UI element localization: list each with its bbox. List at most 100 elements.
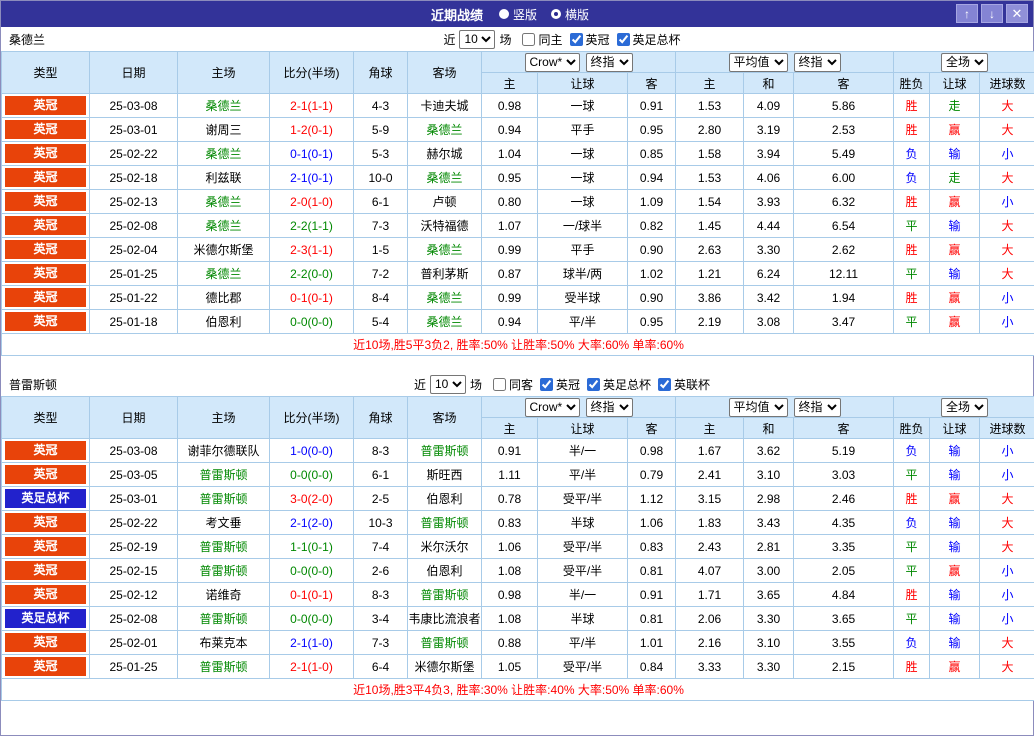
home-odds: 1.06 <box>482 535 538 559</box>
layout-option-horizontal[interactable]: 横版 <box>551 6 589 23</box>
checkbox-input[interactable] <box>617 33 630 46</box>
handicap-result-cell: 输 <box>930 439 980 463</box>
odds-source-select[interactable]: Crow* <box>525 398 580 417</box>
score: 0-1(0-1) <box>270 286 354 310</box>
avg-draw-odds: 4.06 <box>744 166 794 190</box>
home-team: 桑德兰 <box>178 142 270 166</box>
avg-select[interactable]: 平均值 <box>729 53 788 72</box>
table-row: 英冠25-03-01谢周三1-2(0-1)5-9桑德兰0.94平手0.952.8… <box>2 118 1034 142</box>
scroll-up-button[interactable]: ↑ <box>956 4 978 23</box>
league-cell: 英冠 <box>2 631 90 655</box>
away-odds: 0.91 <box>628 583 676 607</box>
away-odds: 0.83 <box>628 535 676 559</box>
recent-count-select[interactable]: 10 <box>459 30 495 49</box>
away-team: 普雷斯顿 <box>408 439 482 463</box>
avg-away-odds: 4.84 <box>794 583 894 607</box>
score: 0-0(0-0) <box>270 310 354 334</box>
league-badge: 英冠 <box>5 288 86 307</box>
filters: 近 10 场 同客英冠英足总杯英联杯 <box>91 375 1033 394</box>
col-header-score: 比分(半场) <box>270 397 354 439</box>
match-date: 25-02-08 <box>90 607 178 631</box>
checkbox-input[interactable] <box>493 378 506 391</box>
home-team: 布莱克本 <box>178 631 270 655</box>
avg-away-odds: 3.65 <box>794 607 894 631</box>
home-team: 德比郡 <box>178 286 270 310</box>
avg-time-select[interactable]: 终指 <box>794 53 841 72</box>
avg-select[interactable]: 平均值 <box>729 398 788 417</box>
league-cell: 英足总杯 <box>2 607 90 631</box>
away-odds: 1.09 <box>628 190 676 214</box>
match-date: 25-02-13 <box>90 190 178 214</box>
handicap-line: 一/球半 <box>538 214 628 238</box>
avg-away-odds: 6.00 <box>794 166 894 190</box>
team-section-preston: 普雷斯顿 近 10 场 同客英冠英足总杯英联杯 类型 日期 主场 比分(半场) <box>1 372 1033 701</box>
goals-result-cell: 小 <box>980 559 1034 583</box>
away-team: 赫尔城 <box>408 142 482 166</box>
avg-draw-odds: 3.10 <box>744 631 794 655</box>
away-team: 伯恩利 <box>408 487 482 511</box>
result-cell: 胜 <box>894 190 930 214</box>
home-odds: 0.87 <box>482 262 538 286</box>
section-divider <box>1 356 1033 372</box>
handicap-line: 一球 <box>538 190 628 214</box>
recent-label: 近 <box>414 376 426 393</box>
away-team: 桑德兰 <box>408 166 482 190</box>
close-button[interactable]: ✕ <box>1006 4 1028 23</box>
layout-option-vertical[interactable]: 竖版 <box>499 6 537 23</box>
match-date: 25-01-18 <box>90 310 178 334</box>
filter-checkbox[interactable]: 英冠 <box>540 376 580 393</box>
checkbox-input[interactable] <box>658 378 671 391</box>
odds-time-select[interactable]: 终指 <box>586 53 633 72</box>
avg-home-odds: 2.80 <box>676 118 744 142</box>
away-odds: 0.85 <box>628 142 676 166</box>
filter-checkbox[interactable]: 同主 <box>522 31 562 48</box>
col-header-avg-home: 主 <box>676 418 744 439</box>
titlebar: 近期战绩 竖版 横版 ↑ ↓ ✕ <box>1 1 1033 27</box>
col-header-corner: 角球 <box>354 397 408 439</box>
home-team: 普雷斯顿 <box>178 607 270 631</box>
avg-time-select[interactable]: 终指 <box>794 398 841 417</box>
avg-away-odds: 3.47 <box>794 310 894 334</box>
table-row: 英冠25-01-22德比郡0-1(0-1)8-4桑德兰0.99受半球0.903.… <box>2 286 1034 310</box>
score: 2-1(1-0) <box>270 655 354 679</box>
scope-select[interactable]: 全场 <box>941 53 988 72</box>
odds-source-select[interactable]: Crow* <box>525 53 580 72</box>
filter-checkbox[interactable]: 英冠 <box>570 31 610 48</box>
avg-away-odds: 12.11 <box>794 262 894 286</box>
checkbox-input[interactable] <box>540 378 553 391</box>
result-cell: 平 <box>894 463 930 487</box>
table-row: 英冠25-02-08桑德兰2-2(1-1)7-3沃特福德1.07一/球半0.82… <box>2 214 1034 238</box>
away-team: 普利茅斯 <box>408 262 482 286</box>
odds-time-select[interactable]: 终指 <box>586 398 633 417</box>
filter-checkbox[interactable]: 英联杯 <box>658 376 710 393</box>
checkbox-input[interactable] <box>587 378 600 391</box>
goals-result-cell: 大 <box>980 631 1034 655</box>
score: 1-0(0-0) <box>270 439 354 463</box>
corner-score: 10-3 <box>354 511 408 535</box>
filter-checkbox[interactable]: 英足总杯 <box>587 376 651 393</box>
recent-count-select[interactable]: 10 <box>430 375 466 394</box>
filter-checkbox[interactable]: 同客 <box>493 376 533 393</box>
checkbox-label: 同客 <box>509 376 533 393</box>
col-header-handicap-result: 让球 <box>930 418 980 439</box>
checkbox-label: 同主 <box>538 31 562 48</box>
table-row: 英冠25-03-08桑德兰2-1(1-1)4-3卡迪夫城0.98一球0.911.… <box>2 94 1034 118</box>
scroll-down-button[interactable]: ↓ <box>981 4 1003 23</box>
avg-away-odds: 1.94 <box>794 286 894 310</box>
scope-select[interactable]: 全场 <box>941 398 988 417</box>
score: 2-1(2-0) <box>270 511 354 535</box>
avg-away-odds: 4.35 <box>794 511 894 535</box>
away-odds: 0.95 <box>628 118 676 142</box>
table-row: 英冠25-02-19普雷斯顿1-1(0-1)7-4米尔沃尔1.06受平/半0.8… <box>2 535 1034 559</box>
filter-checkbox-group: 同主英冠英足总杯 <box>515 31 680 48</box>
checkbox-input[interactable] <box>522 33 535 46</box>
scope-dropdown-cell: 全场 <box>894 397 1034 418</box>
avg-dropdown-cell: 平均值 终指 <box>676 397 894 418</box>
home-team: 米德尔斯堡 <box>178 238 270 262</box>
checkbox-input[interactable] <box>570 33 583 46</box>
away-odds: 0.98 <box>628 439 676 463</box>
goals-result-cell: 小 <box>980 190 1034 214</box>
avg-draw-odds: 3.65 <box>744 583 794 607</box>
filter-checkbox[interactable]: 英足总杯 <box>617 31 681 48</box>
avg-home-odds: 3.15 <box>676 487 744 511</box>
